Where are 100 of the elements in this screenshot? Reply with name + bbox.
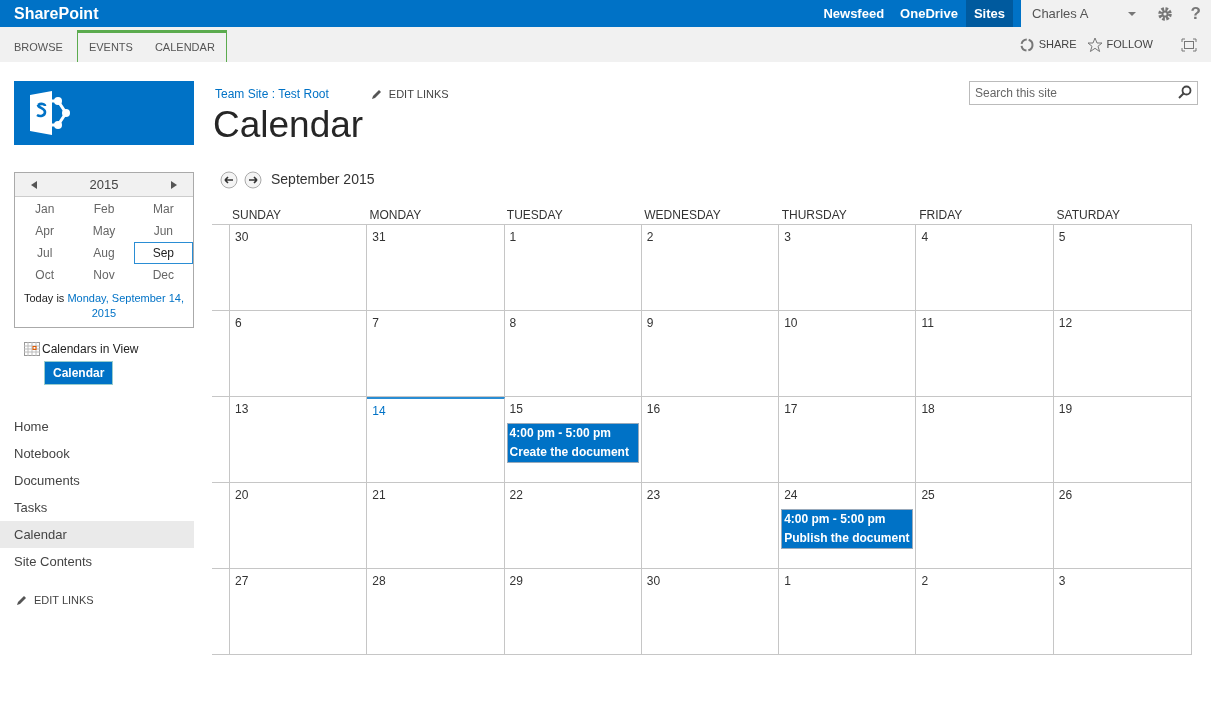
day-number: 27 bbox=[234, 573, 250, 590]
day-number: 31 bbox=[371, 229, 387, 246]
today-text: Today is Monday, September 14, 2015 bbox=[23, 291, 185, 321]
ribbon-tab[interactable]: BROWSE bbox=[0, 33, 77, 62]
nav-link[interactable]: Notebook bbox=[0, 440, 194, 467]
day-cell[interactable]: 21 bbox=[367, 483, 505, 568]
month-cell[interactable]: Jun bbox=[133, 220, 193, 242]
nav-link[interactable]: Site Contents bbox=[0, 548, 194, 575]
ribbon-tab[interactable]: EVENTS bbox=[77, 33, 144, 62]
day-cell[interactable]: 5 bbox=[1053, 225, 1191, 310]
day-cell[interactable]: 3 bbox=[1053, 569, 1191, 654]
day-cell[interactable]: 17 bbox=[779, 397, 917, 482]
month-cell[interactable]: Aug bbox=[74, 242, 134, 264]
day-number: 6 bbox=[234, 315, 243, 332]
day-number: 26 bbox=[1057, 487, 1074, 504]
day-number: 14 bbox=[371, 403, 387, 420]
nav-link[interactable]: Home bbox=[0, 413, 194, 440]
day-cell[interactable]: 7 bbox=[367, 311, 505, 396]
day-cell[interactable]: 14 bbox=[367, 397, 505, 482]
day-cell[interactable]: 8 bbox=[504, 311, 642, 396]
day-cell[interactable]: 9 bbox=[641, 311, 780, 396]
day-cell[interactable]: 13 bbox=[230, 397, 368, 482]
day-number: 25 bbox=[920, 487, 936, 504]
day-cell[interactable]: 30 bbox=[230, 225, 368, 310]
event-time: 4:00 pm - 5:00 pm bbox=[509, 425, 612, 442]
day-cell[interactable]: 2 bbox=[641, 225, 780, 310]
day-cell[interactable]: 12 bbox=[1053, 311, 1191, 396]
day-number: 1 bbox=[783, 573, 792, 590]
site-logo[interactable] bbox=[14, 81, 194, 145]
day-cell[interactable]: 26 bbox=[1053, 483, 1191, 568]
day-number: 4 bbox=[920, 229, 930, 246]
day-number: 7 bbox=[371, 315, 380, 332]
settings-icon[interactable] bbox=[1156, 5, 1173, 22]
user-name[interactable]: Charles A bbox=[1032, 3, 1125, 24]
event-card[interactable]: 4:00 pm - 5:00 pm Create the document bbox=[506, 423, 639, 463]
day-cell[interactable]: 22 bbox=[504, 483, 642, 568]
next-month-icon[interactable] bbox=[244, 170, 262, 189]
focus-icon[interactable] bbox=[1181, 37, 1197, 52]
day-cell[interactable]: 23 bbox=[641, 483, 780, 568]
month-cell[interactable]: Dec bbox=[133, 264, 193, 286]
calendar-chip[interactable]: Calendar bbox=[44, 361, 114, 385]
search-field[interactable]: Search this site bbox=[969, 81, 1198, 105]
caret-icon[interactable] bbox=[1126, 10, 1137, 17]
follow-button[interactable]: FOLLOW bbox=[1086, 36, 1153, 53]
edit-links-button[interactable]: EDIT LINKS bbox=[370, 85, 449, 103]
day-cell[interactable]: 19 bbox=[1053, 397, 1191, 482]
edit-links-button[interactable]: EDIT LINKS bbox=[16, 592, 194, 609]
day-cell[interactable]: 1 bbox=[504, 225, 642, 310]
day-number: 30 bbox=[645, 573, 662, 590]
day-cell[interactable]: 31 bbox=[367, 225, 505, 310]
day-cell[interactable]: 2 bbox=[916, 569, 1054, 654]
suite-link[interactable]: Newsfeed bbox=[815, 0, 893, 27]
previous-month-icon[interactable] bbox=[220, 170, 238, 189]
day-cell[interactable]: 11 bbox=[916, 311, 1054, 396]
nav-link[interactable]: Calendar bbox=[0, 521, 194, 548]
day-cell[interactable]: 16 bbox=[641, 397, 780, 482]
day-cell[interactable]: 25 bbox=[916, 483, 1054, 568]
event-card[interactable]: 4:00 pm - 5:00 pm Publish the document bbox=[781, 509, 914, 549]
brand-name[interactable]: SharePoint bbox=[14, 1, 99, 26]
month-cell[interactable]: May bbox=[74, 220, 134, 242]
day-number: 21 bbox=[371, 487, 387, 504]
month-cell[interactable]: Jan bbox=[15, 198, 75, 220]
day-cell[interactable]: 29 bbox=[504, 569, 642, 654]
suite-link[interactable]: OneDrive bbox=[892, 0, 966, 27]
day-cell[interactable]: 1 bbox=[779, 569, 917, 654]
next-year-icon[interactable] bbox=[171, 180, 177, 189]
weekday-header: SATURDAY bbox=[1055, 207, 1122, 224]
nav-link[interactable]: Documents bbox=[0, 467, 194, 494]
day-cell[interactable]: 24 4:00 pm - 5:00 pm Publish the document bbox=[779, 483, 917, 568]
suite-link[interactable]: Sites bbox=[965, 0, 1013, 27]
day-cell[interactable]: 15 4:00 pm - 5:00 pm Create the document bbox=[504, 397, 642, 482]
day-cell[interactable]: 6 bbox=[230, 311, 368, 396]
month-cell[interactable]: Oct bbox=[15, 264, 75, 286]
day-number: 22 bbox=[508, 487, 524, 504]
previous-year-icon[interactable] bbox=[31, 180, 37, 189]
day-cell[interactable]: 20 bbox=[230, 483, 368, 568]
day-cell[interactable]: 18 bbox=[916, 397, 1054, 482]
day-number: 15 bbox=[508, 401, 524, 418]
day-number: 2 bbox=[920, 573, 930, 590]
month-cell[interactable]: Mar bbox=[133, 198, 193, 220]
day-cell[interactable]: 30 bbox=[641, 569, 780, 654]
ribbon-tab[interactable]: CALENDAR bbox=[143, 33, 226, 62]
day-cell[interactable]: 3 bbox=[779, 225, 917, 310]
month-cell[interactable]: Sep bbox=[133, 242, 193, 264]
day-cell[interactable]: 4 bbox=[916, 225, 1054, 310]
share-button[interactable]: SHARE bbox=[1018, 36, 1077, 53]
calendar-grid-icon bbox=[24, 342, 40, 356]
month-cell[interactable]: Jul bbox=[15, 242, 75, 264]
month-cell[interactable]: Nov bbox=[74, 264, 134, 286]
help-button[interactable]: ? bbox=[1190, 0, 1201, 27]
day-cell[interactable]: 27 bbox=[230, 569, 368, 654]
day-cell[interactable]: 28 bbox=[367, 569, 505, 654]
day-cell[interactable]: 10 bbox=[779, 311, 917, 396]
month-cell[interactable]: Feb bbox=[74, 198, 134, 220]
search-icon[interactable] bbox=[1178, 85, 1192, 99]
month-cell[interactable]: Apr bbox=[15, 220, 75, 242]
share-icon bbox=[1018, 36, 1035, 53]
breadcrumb-link[interactable]: Team Site : Test Root bbox=[215, 85, 329, 103]
year-label: 2015 bbox=[89, 175, 119, 194]
nav-link[interactable]: Tasks bbox=[0, 494, 194, 521]
